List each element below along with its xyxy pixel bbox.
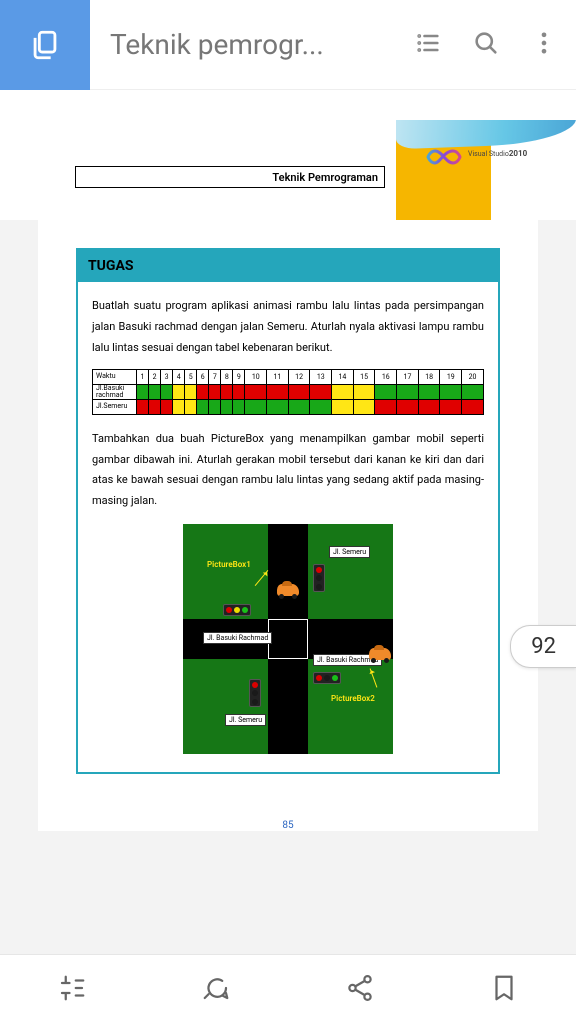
more-icon[interactable]	[530, 29, 558, 61]
toc-icon[interactable]	[414, 29, 442, 61]
document-page: TUGAS Buatlah suatu program aplikasi ani…	[38, 220, 538, 831]
intersection-diagram: Jl. Semeru Jl. Basuki Rachmad Jl. Basuki…	[183, 524, 393, 754]
truth-table: Waktu1234567891011121314151617181920 Jl.…	[92, 369, 484, 415]
reflow-icon[interactable]	[57, 973, 87, 1007]
app-bar: Teknik pemrogr...	[0, 0, 576, 90]
task-heading: TUGAS	[78, 250, 498, 282]
document-header-band: Visual Studio2010 Teknik Pemrograman	[0, 120, 576, 220]
label-picturebox1: PictureBox1	[207, 560, 251, 569]
task-box: TUGAS Buatlah suatu program aplikasi ani…	[76, 248, 500, 774]
label-street-top: Jl. Semeru	[329, 546, 370, 558]
label-street-bottom: Jl. Semeru	[225, 714, 266, 726]
label-picturebox2: PictureBox2	[331, 694, 375, 703]
bottom-bar	[0, 954, 576, 1024]
vs-logo: Visual Studio2010	[396, 120, 576, 190]
share-icon[interactable]	[345, 973, 375, 1007]
comment-icon[interactable]	[201, 973, 231, 1007]
menu-button[interactable]	[0, 0, 90, 90]
bookmark-icon[interactable]	[489, 973, 519, 1007]
content-area[interactable]: Visual Studio2010 Teknik Pemrograman TUG…	[0, 90, 576, 954]
vs-label: Visual Studio2010	[468, 150, 527, 158]
label-street-left: Jl. Basuki Rachmad	[203, 632, 272, 644]
app-title: Teknik pemrogr...	[90, 28, 414, 61]
task-paragraph-1: Buatlah suatu program aplikasi animasi r…	[92, 296, 484, 359]
documents-icon	[28, 28, 62, 62]
search-icon[interactable]	[472, 29, 500, 61]
appbar-actions	[414, 29, 576, 61]
page-indicator[interactable]: 92	[510, 625, 576, 668]
inner-page-number: 85	[38, 820, 538, 831]
task-paragraph-2: Tambahkan dua buah PictureBox yang menam…	[92, 429, 484, 513]
header-title-box: Teknik Pemrograman	[75, 166, 385, 188]
